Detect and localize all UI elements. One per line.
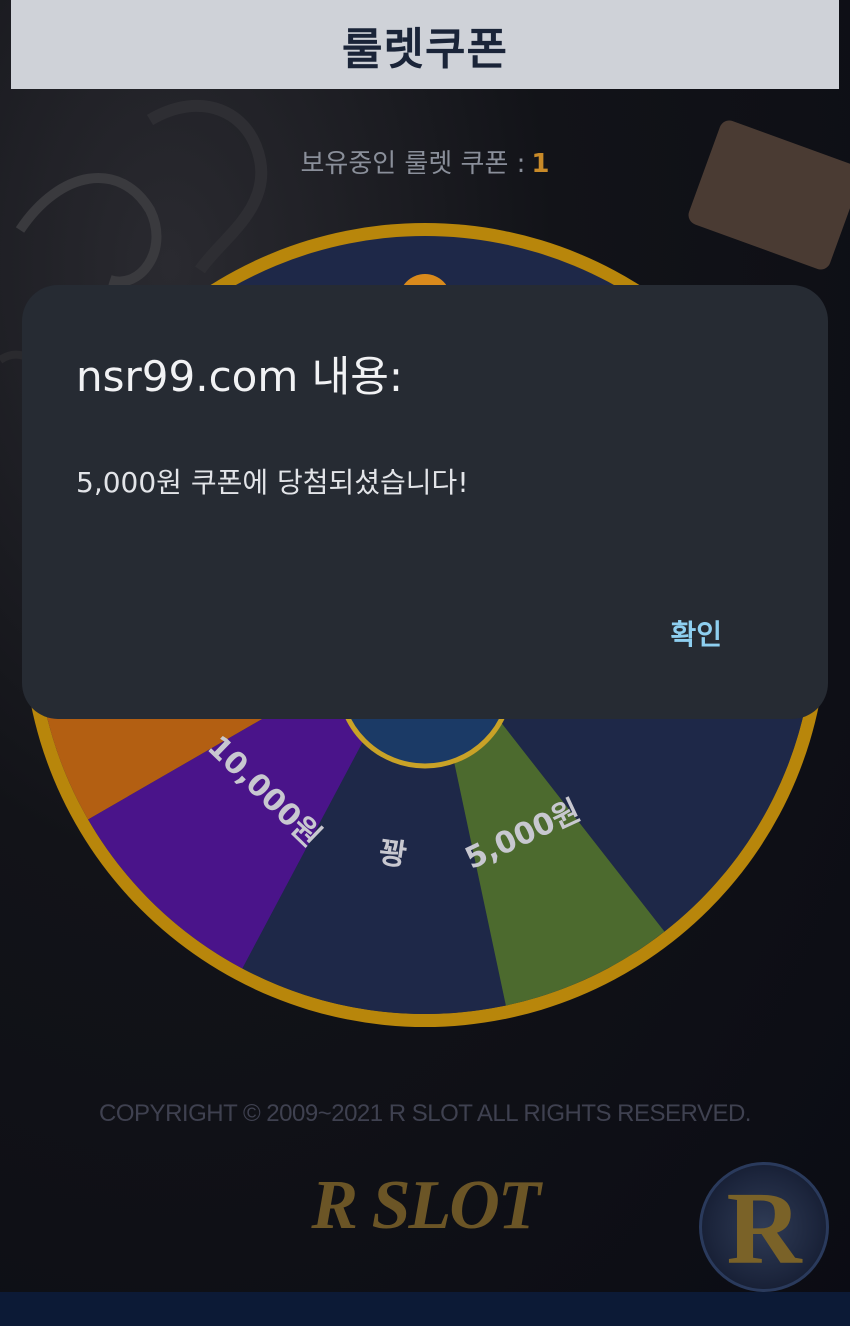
dialog-title: nsr99.com 내용: bbox=[76, 352, 404, 401]
dialog-message: 5,000원 쿠폰에 당첨되셨습니다! bbox=[76, 466, 469, 499]
alert-dialog: nsr99.com 내용: 5,000원 쿠폰에 당첨되셨습니다! 확인 bbox=[22, 285, 828, 719]
ok-button[interactable]: 확인 bbox=[670, 613, 722, 653]
